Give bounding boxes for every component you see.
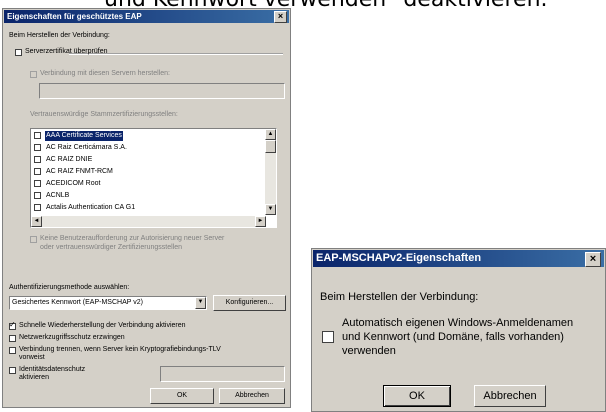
dialog-title: EAP-MSCHAPv2-Eigenschaften: [316, 252, 482, 264]
ok-button[interactable]: OK: [383, 385, 451, 407]
auto-logon-label-1: Automatisch eigenen Windows-Anmeldenamen: [342, 317, 574, 329]
auth-method-select[interactable]: Gesichertes Kennwort (EAP-MSCHAP v2) ▼: [9, 296, 207, 310]
ca-checkbox[interactable]: [34, 180, 41, 187]
ca-checkbox[interactable]: [34, 132, 41, 139]
connect-servers-checkbox[interactable]: [30, 71, 37, 78]
auth-method-label: Authentifizierungsmethode auswählen:: [9, 284, 130, 291]
vertical-scrollbar[interactable]: ▲ ▼: [265, 129, 276, 215]
configure-button[interactable]: Konfigurieren...: [213, 295, 286, 311]
fast-reconnect-checkbox[interactable]: [9, 320, 16, 330]
scroll-up-icon[interactable]: ▲: [265, 129, 276, 140]
chevron-down-icon[interactable]: ▼: [195, 297, 206, 309]
auto-logon-checkbox[interactable]: [322, 331, 334, 343]
cancel-button[interactable]: Abbrechen: [219, 388, 285, 404]
close-icon[interactable]: ×: [274, 11, 287, 23]
verify-cert-label: Serverzertifikat überprüfen: [25, 48, 108, 55]
auto-logon-label-2: und Kennwort (und Domäne, falls vorhande…: [342, 331, 564, 343]
connect-label: Beim Herstellen der Verbindung:: [320, 291, 479, 303]
connect-label: Beim Herstellen der Verbindung:: [9, 32, 110, 39]
disconnect-label-1: Verbindung trennen, wenn Server kein Kry…: [19, 346, 221, 353]
titlebar[interactable]: Eigenschaften für geschütztes EAP ×: [4, 10, 289, 23]
ca-checkbox[interactable]: [34, 204, 41, 211]
ca-name: AC RAIZ DNIE: [46, 156, 93, 163]
ca-name: AAA Certificate Services: [45, 131, 123, 141]
nap-label: Netzwerkzugriffsschutz erzwingen: [19, 334, 125, 341]
ca-checkbox[interactable]: [34, 192, 41, 199]
auth-method-value: Gesichertes Kennwort (EAP-MSCHAP v2): [12, 299, 143, 306]
horizontal-scrollbar[interactable]: ◄ ►: [31, 216, 266, 227]
ca-name: ACEDICOM Root: [46, 180, 101, 187]
disconnect-checkbox[interactable]: [9, 347, 16, 354]
dialog-title: Eigenschaften für geschütztes EAP: [7, 12, 142, 21]
ca-name: AC RAIZ FNMT-RCM: [46, 168, 113, 175]
close-icon[interactable]: ×: [585, 252, 601, 267]
trusted-ca-label: Vertrauenswürdige Stammzertifizierungsst…: [30, 111, 178, 118]
scroll-down-icon[interactable]: ▼: [265, 204, 276, 215]
identity-privacy-label-2: aktivieren: [19, 374, 49, 381]
identity-privacy-label-1: Identitätsdatenschutz: [19, 366, 86, 373]
no-prompt-label-1: Keine Benutzeraufforderung zur Autorisie…: [40, 235, 225, 242]
connect-servers-label: Verbindung mit diesen Servern herstellen…: [40, 70, 170, 77]
scroll-left-icon[interactable]: ◄: [31, 216, 42, 227]
ca-checkbox[interactable]: [34, 156, 41, 163]
nap-checkbox[interactable]: [9, 335, 16, 342]
cancel-button[interactable]: Abbrechen: [474, 385, 546, 407]
ca-name: AC Raiz Certicámara S.A.: [46, 144, 127, 151]
servers-input[interactable]: [39, 83, 285, 99]
scroll-right-icon[interactable]: ►: [255, 216, 266, 227]
peap-properties-dialog: Eigenschaften für geschütztes EAP × Beim…: [2, 8, 291, 408]
ca-checkbox[interactable]: [34, 168, 41, 175]
auto-logon-label-3: verwenden: [342, 345, 396, 357]
trusted-ca-list[interactable]: AAA Certificate Services AC Raiz Certicá…: [30, 128, 277, 228]
fast-reconnect-label: Schnelle Wiederherstellung der Verbindun…: [19, 322, 186, 329]
disconnect-label-2: vorweist: [19, 354, 45, 361]
ok-button[interactable]: OK: [150, 388, 214, 404]
titlebar[interactable]: EAP-MSCHAPv2-Eigenschaften ×: [313, 250, 604, 267]
mschapv2-properties-dialog: EAP-MSCHAPv2-Eigenschaften × Beim Herste…: [311, 248, 606, 412]
ca-checkbox[interactable]: [34, 144, 41, 151]
ca-name: ACNLB: [46, 192, 70, 199]
ca-name: Actalis Authentication CA G1: [46, 204, 136, 211]
scroll-thumb[interactable]: [265, 140, 276, 153]
no-prompt-checkbox[interactable]: [30, 236, 37, 243]
no-prompt-label-2: oder vertrauenswürdiger Zertifizierungss…: [40, 244, 183, 251]
identity-input[interactable]: [160, 366, 285, 382]
identity-privacy-checkbox[interactable]: [9, 367, 16, 374]
verify-cert-checkbox[interactable]: [15, 49, 22, 56]
